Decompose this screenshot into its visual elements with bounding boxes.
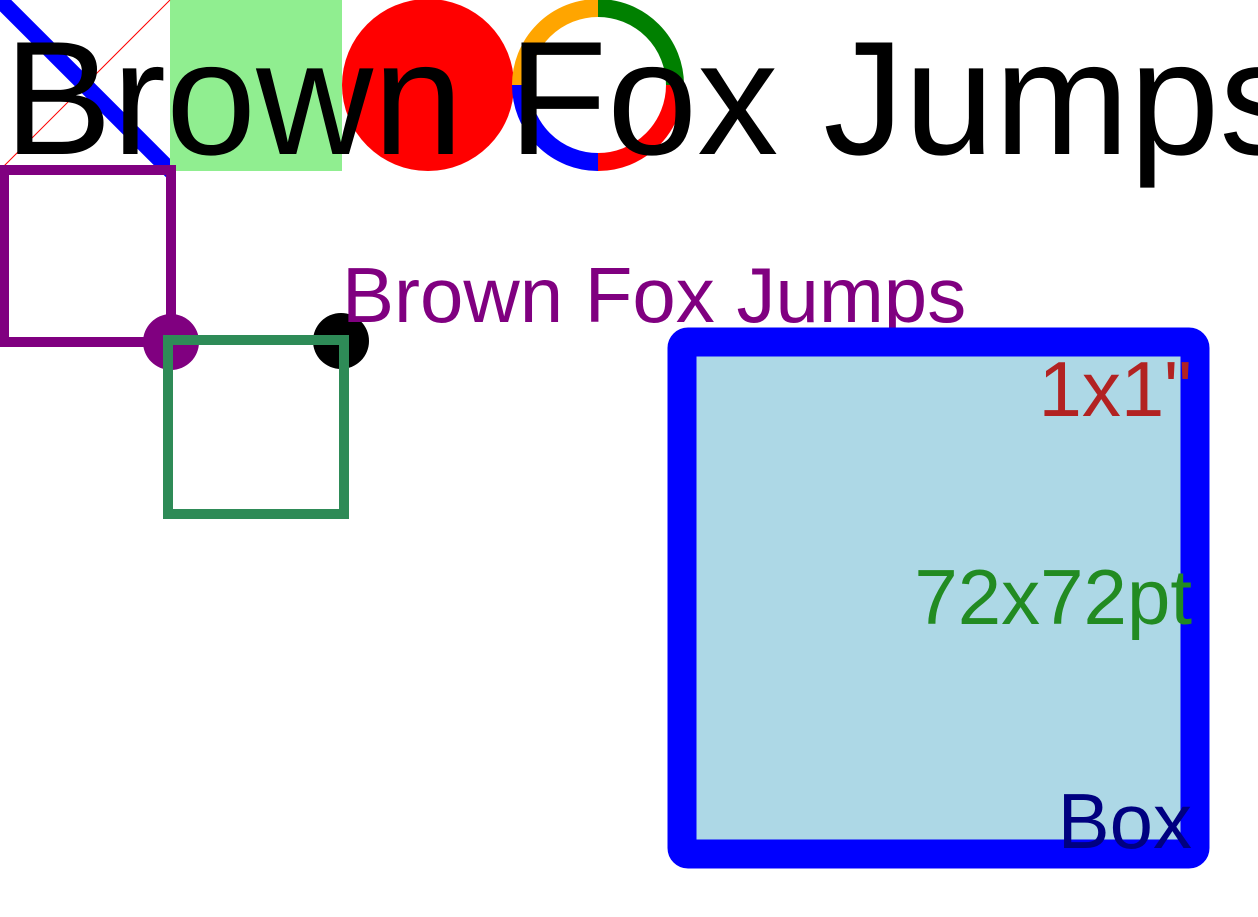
big-heading-text: Brown Fox Jumps [4, 8, 1258, 189]
size-inch-label: 1x1" [1039, 345, 1192, 433]
purple-square-outline [0, 165, 176, 347]
box-label: Box [1058, 777, 1192, 865]
green-square-outline [163, 335, 349, 519]
purple-heading-text: Brown Fox Jumps [342, 251, 966, 339]
size-pt-label: 72x72pt [914, 553, 1192, 641]
drawing-canvas: Brown Fox Jumps Brown Fox Jumps 1x1" 72x… [0, 0, 1258, 869]
